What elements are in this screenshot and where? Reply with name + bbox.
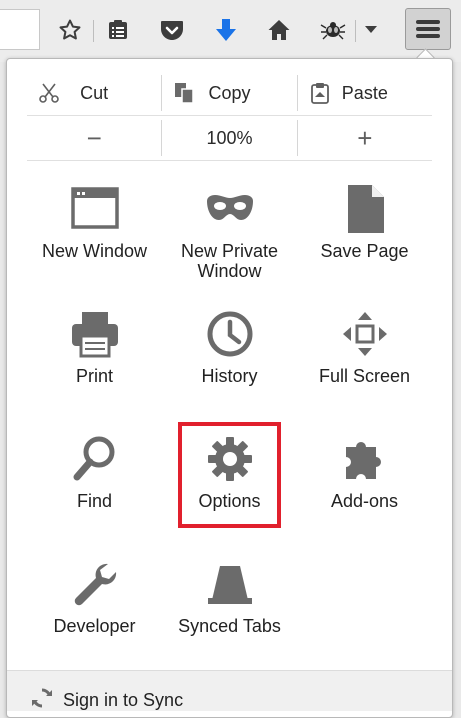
zoom-controls-row: − 100% + xyxy=(27,120,432,156)
new-private-label-line2: Window xyxy=(197,261,262,281)
scissors-icon xyxy=(39,83,59,103)
history-label: History xyxy=(201,366,258,386)
zoom-out-button[interactable]: − xyxy=(27,120,161,156)
zoom-reset-button[interactable]: 100% xyxy=(161,120,296,156)
find-button[interactable]: Find xyxy=(27,435,162,511)
synced-tabs-icon xyxy=(207,566,252,604)
puzzle-piece-icon xyxy=(345,442,381,479)
save-page-icon xyxy=(347,185,384,233)
home-button[interactable] xyxy=(262,12,296,48)
wrench-icon xyxy=(74,563,116,606)
plus-icon: + xyxy=(357,123,373,153)
search-icon xyxy=(73,436,114,481)
sign-in-to-sync-label: Sign in to Sync xyxy=(63,690,184,710)
synced-tabs-label: Synced Tabs xyxy=(178,616,281,636)
synced-tabs-button[interactable]: Synced Tabs xyxy=(162,560,297,636)
fullscreen-icon xyxy=(342,312,387,356)
bug-icon xyxy=(320,22,346,40)
new-private-label-line1: New Private xyxy=(180,241,279,261)
paste-button[interactable]: Paste xyxy=(296,75,432,111)
new-private-window-button[interactable]: New Private Window xyxy=(162,185,297,281)
sync-footer[interactable]: Sign in to Sync xyxy=(7,670,452,711)
bookmark-star-button[interactable] xyxy=(53,12,87,48)
toolbar-separator xyxy=(93,20,94,42)
printer-icon xyxy=(71,312,118,358)
new-window-label: New Window xyxy=(41,241,148,261)
history-button[interactable]: History xyxy=(162,310,297,386)
copy-label: Copy xyxy=(208,82,251,103)
addons-button[interactable]: Add-ons xyxy=(297,435,432,511)
full-screen-button[interactable]: Full Screen xyxy=(297,310,432,386)
open-menu-button[interactable] xyxy=(405,8,451,50)
star-icon xyxy=(59,19,81,40)
menu-divider xyxy=(27,115,432,116)
extension-button[interactable] xyxy=(316,12,350,48)
paste-label: Paste xyxy=(341,82,388,103)
downloads-button[interactable] xyxy=(209,12,243,48)
hamburger-icon xyxy=(416,17,440,41)
copy-icon xyxy=(175,83,195,104)
chevron-down-icon xyxy=(365,26,377,33)
url-bar-edge[interactable] xyxy=(0,9,40,50)
reading-list-button[interactable] xyxy=(101,12,135,48)
addons-label: Add-ons xyxy=(330,491,399,511)
download-icon xyxy=(216,19,236,41)
cut-label: Cut xyxy=(80,82,109,103)
zoom-level: 100% xyxy=(206,127,253,148)
main-menu-panel: Cut Copy Paste − 100% + New Window New P… xyxy=(6,58,453,718)
full-screen-label: Full Screen xyxy=(318,366,411,386)
find-label: Find xyxy=(76,491,112,511)
window-icon xyxy=(70,187,119,229)
sync-icon xyxy=(32,688,52,708)
developer-button[interactable]: Developer xyxy=(27,560,162,636)
new-window-button[interactable]: New Window xyxy=(27,185,162,261)
cut-button[interactable]: Cut xyxy=(27,75,161,111)
clock-icon xyxy=(207,311,252,357)
clipboard-icon xyxy=(310,83,329,104)
zoom-in-button[interactable]: + xyxy=(296,120,432,156)
copy-button[interactable]: Copy xyxy=(161,75,296,111)
private-mask-icon xyxy=(206,195,253,220)
menu-divider xyxy=(27,160,432,161)
minus-icon: − xyxy=(86,123,102,153)
save-page-button[interactable]: Save Page xyxy=(297,185,432,261)
home-icon xyxy=(268,20,290,40)
print-label: Print xyxy=(75,366,113,386)
developer-label: Developer xyxy=(53,616,136,636)
save-page-label: Save Page xyxy=(320,241,409,261)
edit-controls-row: Cut Copy Paste xyxy=(27,75,432,111)
browser-toolbar xyxy=(0,0,461,62)
pocket-button[interactable] xyxy=(155,12,189,48)
reading-list-icon xyxy=(109,20,127,39)
pocket-icon xyxy=(161,21,183,40)
overflow-button[interactable] xyxy=(356,12,386,48)
print-button[interactable]: Print xyxy=(27,310,162,386)
options-highlight-box xyxy=(178,422,281,528)
